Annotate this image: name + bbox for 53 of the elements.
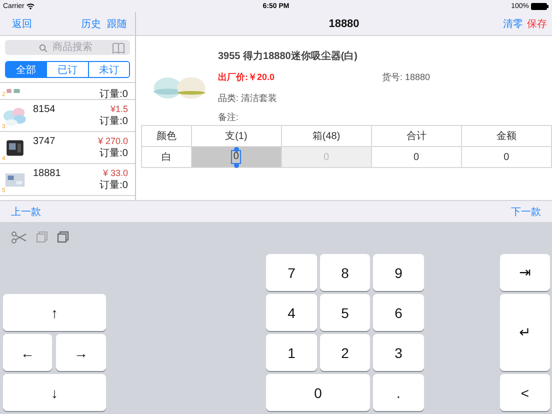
table-cell: 0 [371, 146, 462, 168]
number-key[interactable]: 8 [320, 254, 370, 291]
search-field[interactable]: 商品搜索 [5, 40, 130, 55]
remark-label: 备注: [218, 110, 239, 124]
number-key[interactable]: 1 [266, 334, 317, 371]
column-header: 合计 [371, 126, 462, 146]
order-quantity: 订量:0 [100, 88, 128, 101]
product-code: 8154 [32, 103, 56, 117]
arrow-key[interactable]: ← [3, 334, 52, 371]
book-icon[interactable] [112, 42, 125, 54]
return-key[interactable]: ↵ [500, 294, 550, 371]
search-icon [39, 44, 47, 52]
column-header: 颜色 [142, 126, 192, 146]
column-header: 箱(48) [281, 126, 372, 146]
wifi-icon [26, 2, 36, 10]
table-cell: 0 [461, 146, 552, 168]
filter-tab[interactable]: 未订 [88, 62, 129, 77]
number-key[interactable]: 6 [373, 294, 424, 331]
product-price: ¥ 270.0 [98, 136, 128, 146]
product-name: 3955 得力18880迷你吸尘器(白) [218, 50, 358, 63]
order-quantity: 订量:0 [100, 147, 128, 160]
number-key[interactable]: 4 [266, 294, 317, 331]
order-quantity: 订量:0 [100, 115, 128, 128]
color-cell: 白 [142, 146, 192, 168]
number-key[interactable]: 0 [266, 374, 370, 411]
battery-icon [531, 2, 549, 10]
product-code: 18881 [32, 167, 62, 181]
arrow-key[interactable]: ↓ [3, 374, 106, 411]
number-key[interactable]: 7 [266, 254, 317, 291]
number-key[interactable]: 2 [320, 334, 370, 371]
order-quantity: 订量:0 [100, 179, 128, 192]
scissors-icon[interactable] [11, 230, 27, 244]
arrow-key[interactable]: → [56, 334, 106, 371]
column-header: 金额 [461, 126, 552, 146]
paste-icon[interactable] [57, 231, 69, 243]
number-key[interactable]: 5 [320, 294, 370, 331]
factory-price: 出厂价:￥20.0 [218, 71, 275, 84]
arrow-key[interactable]: ↑ [3, 294, 106, 331]
number-key[interactable]: 3 [373, 334, 424, 371]
copy-icon[interactable] [36, 231, 48, 243]
product-price: ¥ 33.0 [102, 168, 128, 178]
item-number: 货号: 18880 [382, 71, 430, 84]
quantity-input[interactable]: 0 [191, 146, 282, 168]
number-key[interactable]: . [373, 374, 424, 411]
product-code: 3747 [32, 135, 56, 149]
number-key[interactable]: 9 [373, 254, 424, 291]
filter-tab[interactable]: 全部 [6, 62, 46, 77]
page-title: 18880 [328, 18, 360, 30]
tab-key[interactable]: ⇥ [500, 254, 550, 291]
product-price: ¥1.5 [110, 104, 128, 114]
backspace-key[interactable]: < [500, 374, 550, 411]
column-header: 支(1) [191, 126, 282, 146]
category-label: 品类: 清洁套装 [218, 92, 278, 105]
